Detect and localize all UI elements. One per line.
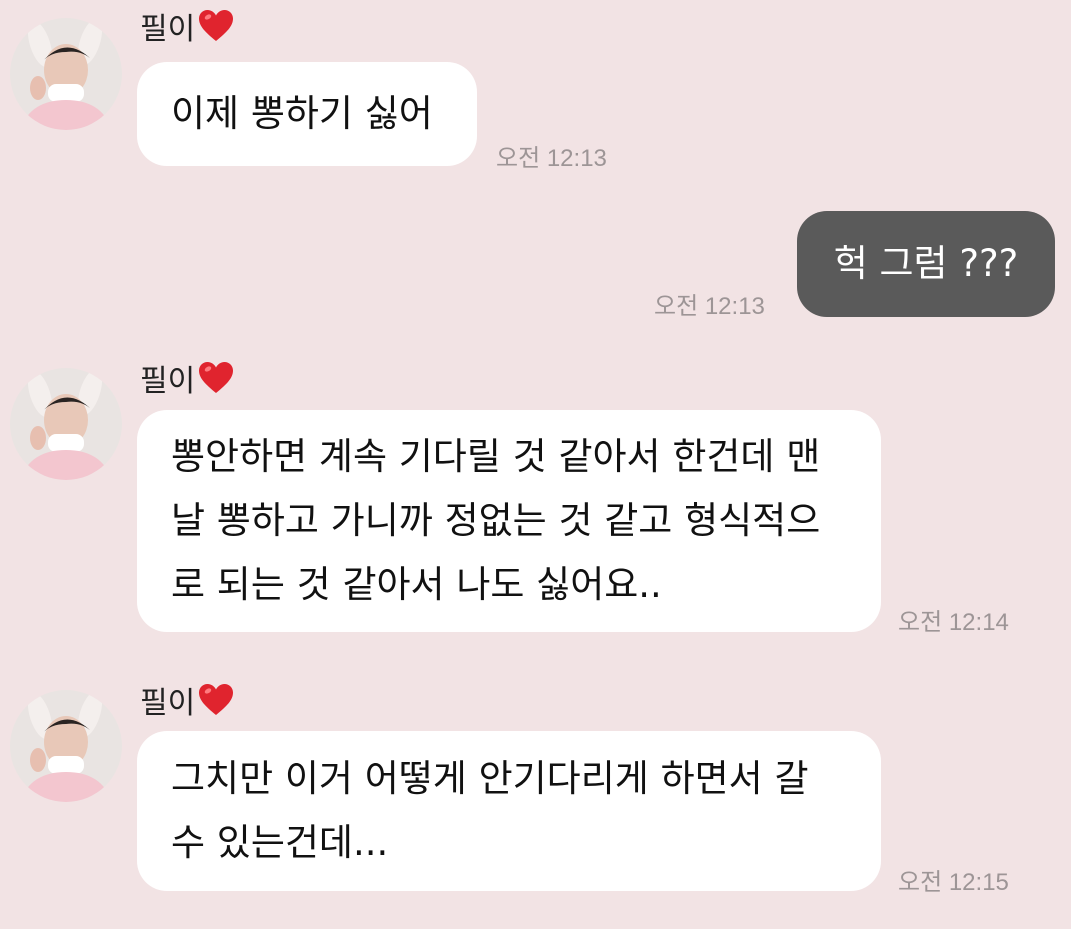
message-text: 헉 그럼 ??? bbox=[833, 242, 1019, 285]
message-timestamp: 오전 12:14 bbox=[898, 609, 1009, 636]
sender-name-text: 필이 bbox=[140, 12, 196, 47]
contact-avatar[interactable] bbox=[10, 368, 122, 480]
sender-name-text: 필이 bbox=[140, 686, 196, 721]
sender-name: 필이 bbox=[140, 680, 235, 721]
sender-name-text: 필이 bbox=[140, 364, 196, 399]
message-text-line: 그치만 이거 어떻게 안기다리게 하면서 갈 bbox=[171, 757, 809, 800]
contact-avatar[interactable] bbox=[10, 690, 122, 802]
message-text-line: 수 있는건데... bbox=[171, 821, 389, 864]
sender-name: 필이 bbox=[140, 358, 235, 399]
red-heart-icon bbox=[197, 8, 235, 44]
red-heart-icon bbox=[197, 360, 235, 396]
message-timestamp: 오전 12:13 bbox=[654, 293, 765, 320]
message-text-line: 날 뽕하고 가니까 정없는 것 같고 형식적으 bbox=[171, 499, 821, 542]
message-timestamp: 오전 12:13 bbox=[496, 145, 607, 172]
avatar-photo bbox=[10, 368, 122, 480]
red-heart-icon bbox=[197, 682, 235, 718]
incoming-message-bubble[interactable]: 이제 뽕하기 싫어 bbox=[137, 62, 477, 166]
avatar-photo bbox=[10, 18, 122, 130]
contact-avatar[interactable] bbox=[10, 18, 122, 130]
incoming-message-bubble[interactable]: 그치만 이거 어떻게 안기다리게 하면서 갈 수 있는건데... bbox=[137, 731, 881, 891]
outgoing-message-bubble[interactable]: 헉 그럼 ??? bbox=[797, 211, 1055, 317]
message-text: 이제 뽕하기 싫어 bbox=[171, 92, 433, 135]
sender-name: 필이 bbox=[140, 6, 235, 47]
message-timestamp: 오전 12:15 bbox=[898, 869, 1009, 896]
message-text-line: 로 되는 것 같아서 나도 싫어요.. bbox=[171, 563, 662, 606]
avatar-photo bbox=[10, 690, 122, 802]
incoming-message-bubble[interactable]: 뽕안하면 계속 기다릴 것 같아서 한건데 맨 날 뽕하고 가니까 정없는 것 … bbox=[137, 410, 881, 632]
message-text-line: 뽕안하면 계속 기다릴 것 같아서 한건데 맨 bbox=[171, 435, 821, 478]
